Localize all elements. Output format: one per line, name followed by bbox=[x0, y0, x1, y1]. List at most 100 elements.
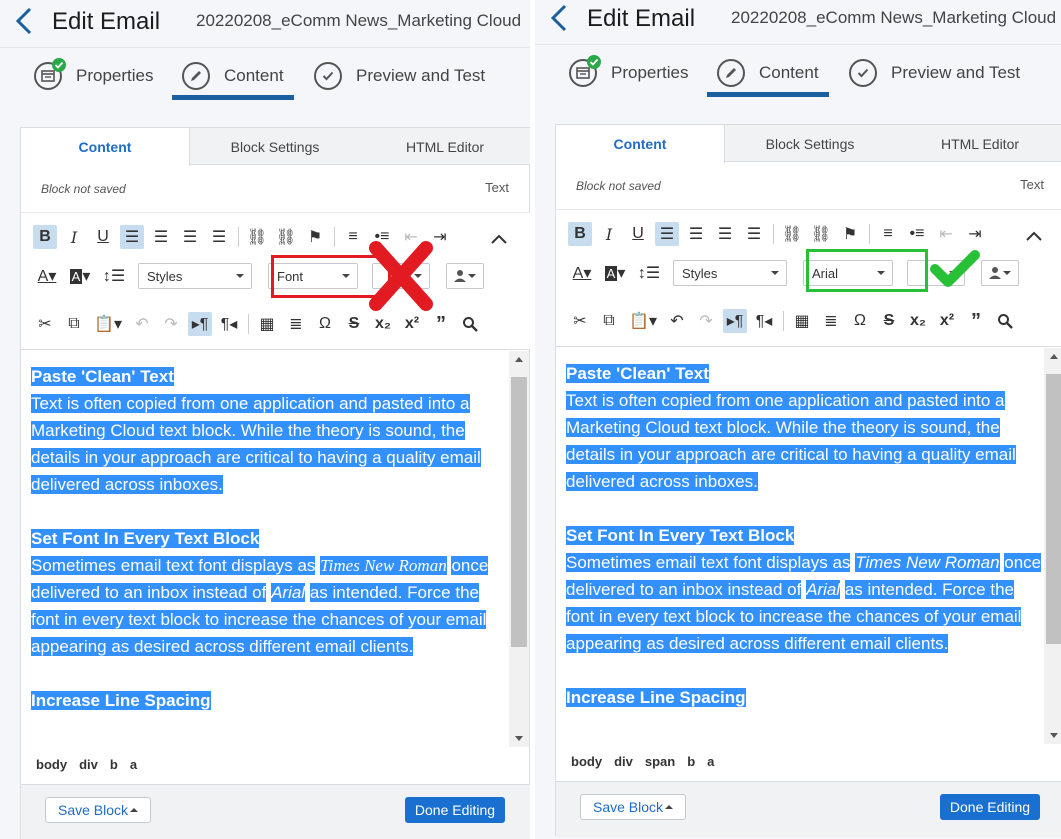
tab-html-editor[interactable]: HTML Editor bbox=[360, 128, 530, 165]
blockquote-icon[interactable]: ” bbox=[429, 312, 453, 336]
subscript-icon[interactable]: x₂ bbox=[906, 309, 930, 333]
rtl-icon[interactable]: ¶◂ bbox=[217, 312, 241, 336]
undo-icon[interactable]: ↶ bbox=[665, 309, 689, 333]
step-preview-test[interactable]: Preview and Test bbox=[849, 58, 1020, 88]
step-content[interactable]: Content bbox=[717, 58, 819, 88]
superscript-icon[interactable]: x² bbox=[400, 312, 424, 336]
path-item[interactable]: body bbox=[571, 754, 602, 769]
strikethrough-icon[interactable]: S bbox=[342, 312, 366, 336]
anchor-flag-icon[interactable]: ⚑ bbox=[303, 225, 327, 249]
undo-icon[interactable]: ↶ bbox=[130, 312, 154, 336]
text-color-icon[interactable]: A▾ bbox=[568, 261, 596, 285]
table-icon[interactable]: ▦ bbox=[790, 309, 814, 333]
bold-icon[interactable]: B bbox=[568, 222, 592, 246]
tab-html-editor[interactable]: HTML Editor bbox=[895, 125, 1061, 162]
bold-icon[interactable]: B bbox=[33, 225, 57, 249]
align-left-icon[interactable]: ☰ bbox=[655, 222, 679, 246]
path-item[interactable]: span bbox=[645, 754, 675, 769]
special-character-icon[interactable]: Ω bbox=[313, 312, 337, 336]
path-item[interactable]: b bbox=[687, 754, 695, 769]
indent-icon[interactable]: ⇥ bbox=[963, 222, 987, 246]
path-item[interactable]: div bbox=[614, 754, 633, 769]
numbered-list-icon[interactable]: ≡ bbox=[876, 222, 900, 246]
underline-icon[interactable]: U bbox=[91, 225, 115, 249]
outdent-icon[interactable]: ⇤ bbox=[934, 222, 958, 246]
anchor-flag-icon[interactable]: ⚑ bbox=[838, 222, 862, 246]
line-height-icon[interactable]: ↕☰ bbox=[634, 261, 664, 285]
tab-block-settings[interactable]: Block Settings bbox=[190, 128, 360, 165]
align-justify-icon[interactable]: ☰ bbox=[742, 222, 766, 246]
align-center-icon[interactable]: ☰ bbox=[149, 225, 173, 249]
tab-block-settings[interactable]: Block Settings bbox=[725, 125, 895, 162]
styles-dropdown[interactable]: Styles bbox=[673, 260, 787, 286]
copy-icon[interactable]: ⧉ bbox=[597, 309, 621, 333]
step-content[interactable]: Content bbox=[182, 61, 284, 91]
horizontal-rule-icon[interactable]: ≣ bbox=[819, 309, 843, 333]
link-icon[interactable]: ⛓ bbox=[245, 225, 269, 249]
tab-content[interactable]: Content bbox=[556, 125, 725, 163]
arial-sample: Arial bbox=[271, 583, 306, 602]
path-item[interactable]: b bbox=[110, 757, 118, 772]
align-justify-icon[interactable]: ☰ bbox=[207, 225, 231, 249]
background-color-icon[interactable]: A ▾ bbox=[601, 261, 629, 285]
redo-icon[interactable]: ↷ bbox=[694, 309, 718, 333]
ltr-icon[interactable]: ▸¶ bbox=[723, 309, 747, 333]
styles-dropdown[interactable]: Styles bbox=[138, 263, 252, 289]
ltr-icon[interactable]: ▸¶ bbox=[188, 312, 212, 336]
back-arrow-icon[interactable] bbox=[12, 6, 36, 36]
unlink-icon[interactable]: ⛓ bbox=[274, 225, 298, 249]
underline-icon[interactable]: U bbox=[626, 222, 650, 246]
step-preview-test[interactable]: Preview and Test bbox=[314, 61, 485, 91]
tab-content[interactable]: Content bbox=[21, 128, 190, 166]
done-editing-button[interactable]: Done Editing bbox=[940, 794, 1040, 820]
path-item[interactable]: a bbox=[130, 757, 137, 772]
copy-icon[interactable]: ⧉ bbox=[62, 312, 86, 336]
strikethrough-icon[interactable]: S bbox=[877, 309, 901, 333]
cut-icon[interactable]: ✂ bbox=[568, 309, 592, 333]
italic-icon[interactable]: I bbox=[597, 222, 621, 246]
text-block-content[interactable]: Paste 'Clean' Text Text is often copied … bbox=[556, 348, 1044, 744]
redo-icon[interactable]: ↷ bbox=[159, 312, 183, 336]
bullet-list-icon[interactable]: •≡ bbox=[905, 222, 929, 246]
step-properties[interactable]: Properties bbox=[34, 58, 153, 91]
collapse-toolbar-icon[interactable] bbox=[1022, 224, 1046, 248]
background-color-icon[interactable]: A ▾ bbox=[66, 264, 94, 288]
path-item[interactable]: a bbox=[707, 754, 714, 769]
cut-icon[interactable]: ✂ bbox=[33, 312, 57, 336]
path-item[interactable]: div bbox=[79, 757, 98, 772]
search-icon[interactable] bbox=[993, 309, 1017, 333]
blockquote-icon[interactable]: ” bbox=[964, 309, 988, 333]
done-editing-button[interactable]: Done Editing bbox=[405, 797, 505, 823]
collapse-toolbar-icon[interactable] bbox=[487, 227, 511, 251]
rtl-icon[interactable]: ¶◂ bbox=[752, 309, 776, 333]
content-scrollbar[interactable] bbox=[509, 351, 529, 747]
unlink-icon[interactable]: ⛓ bbox=[809, 222, 833, 246]
align-center-icon[interactable]: ☰ bbox=[684, 222, 708, 246]
path-item[interactable]: body bbox=[36, 757, 67, 772]
paste-icon[interactable]: 📋▾ bbox=[91, 312, 125, 336]
back-arrow-icon[interactable] bbox=[547, 3, 571, 33]
step-properties[interactable]: Properties bbox=[569, 55, 688, 88]
paste-icon[interactable]: 📋▾ bbox=[626, 309, 660, 333]
align-left-icon[interactable]: ☰ bbox=[120, 225, 144, 249]
subscript-icon[interactable]: x₂ bbox=[371, 312, 395, 336]
special-character-icon[interactable]: Ω bbox=[848, 309, 872, 333]
link-icon[interactable]: ⛓ bbox=[780, 222, 804, 246]
align-right-icon[interactable]: ☰ bbox=[178, 225, 202, 249]
personalization-dropdown[interactable] bbox=[981, 260, 1019, 286]
text-color-icon[interactable]: A▾ bbox=[33, 264, 61, 288]
numbered-list-icon[interactable]: ≡ bbox=[341, 225, 365, 249]
search-icon[interactable] bbox=[458, 312, 482, 336]
content-scrollbar[interactable] bbox=[1044, 348, 1061, 744]
superscript-icon[interactable]: x² bbox=[935, 309, 959, 333]
table-icon[interactable]: ▦ bbox=[255, 312, 279, 336]
toolbar-row-edit: ✂ ⧉ 📋▾ ↶ ↷ ▸¶ ¶◂ ▦ ≣ Ω S x₂ x² ” bbox=[33, 311, 487, 337]
line-height-icon[interactable]: ↕☰ bbox=[99, 264, 129, 288]
horizontal-rule-icon[interactable]: ≣ bbox=[284, 312, 308, 336]
italic-icon[interactable]: I bbox=[62, 225, 86, 249]
align-right-icon[interactable]: ☰ bbox=[713, 222, 737, 246]
save-block-button[interactable]: Save Block bbox=[45, 797, 151, 823]
personalization-dropdown[interactable] bbox=[446, 263, 484, 289]
save-block-button[interactable]: Save Block bbox=[580, 794, 686, 820]
text-block-content[interactable]: Paste 'Clean' Text Text is often copied … bbox=[21, 351, 509, 747]
